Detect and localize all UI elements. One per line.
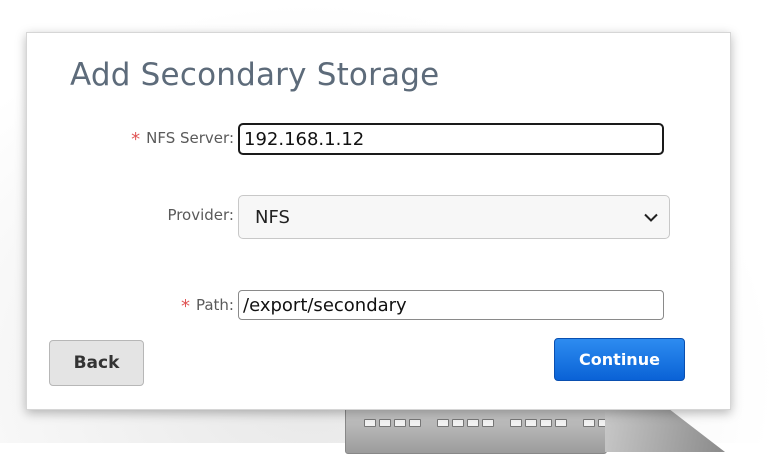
dialog-title: Add Secondary Storage — [70, 57, 440, 93]
provider-label: Provider: — [167, 206, 234, 224]
path-label-text: Path: — [195, 296, 234, 314]
required-marker: * — [180, 296, 190, 317]
path-label: * Path: — [181, 296, 234, 317]
nfs-server-input[interactable] — [238, 123, 664, 155]
required-marker: * — [131, 129, 141, 150]
provider-select[interactable]: NFS — [238, 195, 670, 239]
add-secondary-storage-dialog: Add Secondary Storage * NFS Server: Provi… — [26, 32, 731, 410]
server-ports — [364, 419, 640, 427]
nfs-server-label: * NFS Server: — [131, 129, 234, 150]
provider-selected-value: NFS — [255, 206, 290, 228]
back-button[interactable]: Back — [49, 340, 144, 386]
continue-button[interactable]: Continue — [554, 338, 685, 381]
path-input[interactable] — [238, 290, 664, 320]
nfs-server-label-text: NFS Server: — [146, 129, 234, 147]
chevron-down-icon — [643, 212, 659, 222]
